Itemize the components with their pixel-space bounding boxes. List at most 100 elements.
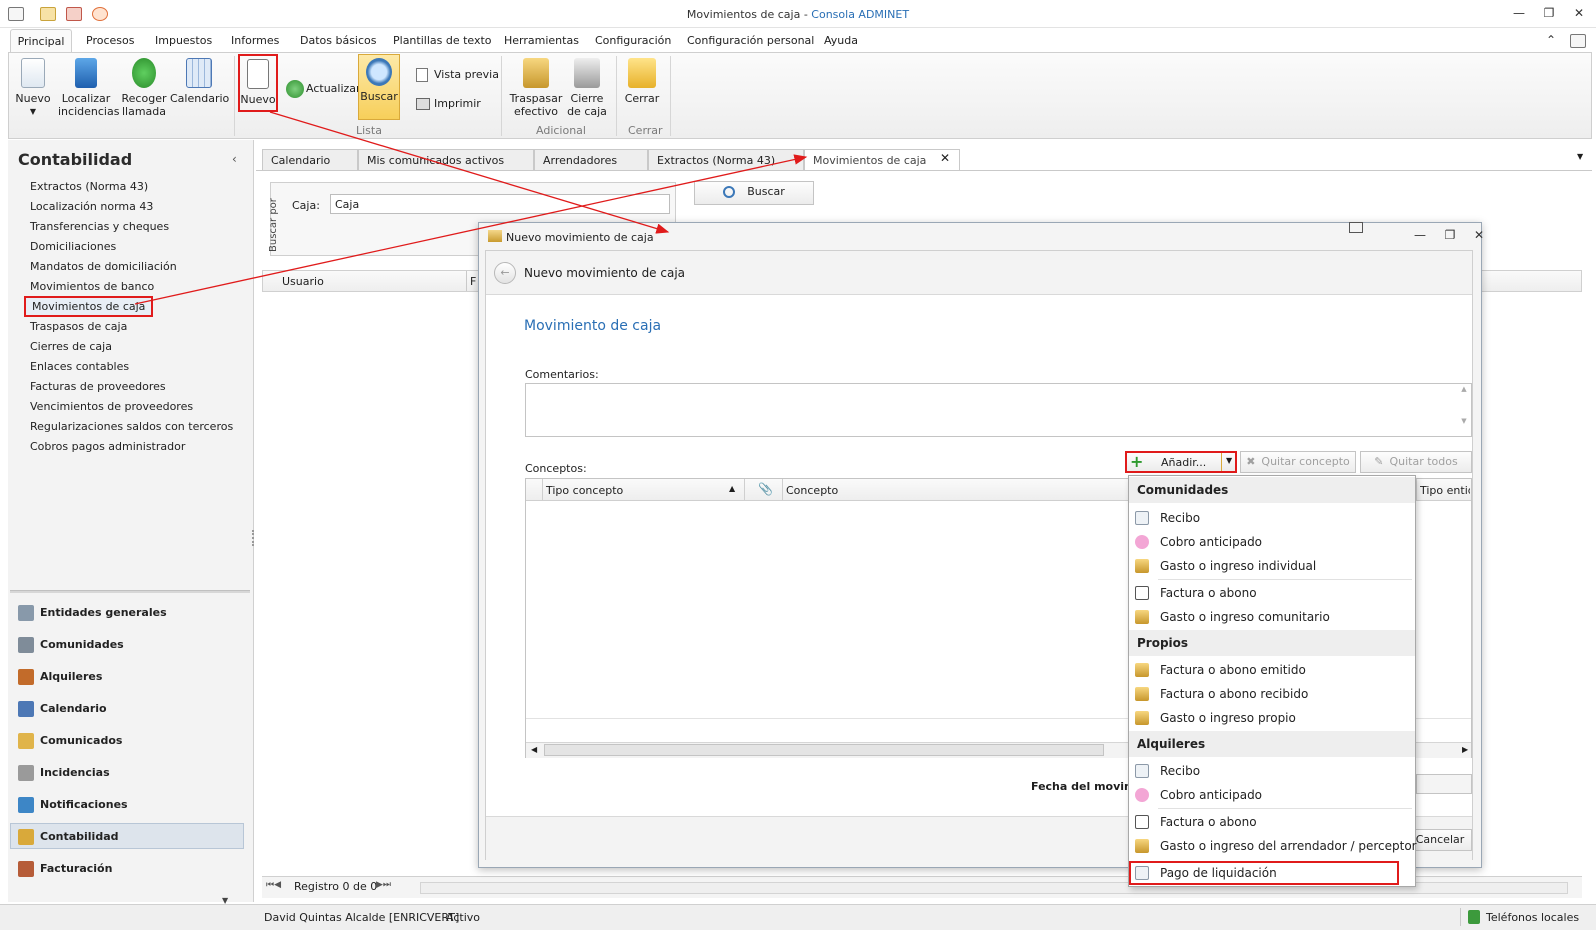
menu-item-prop-factura-emitido[interactable]: Factura o abono emitido	[1160, 663, 1306, 677]
menu-item-com-recibo[interactable]: Recibo	[1160, 511, 1200, 525]
col-usuario[interactable]: Usuario	[282, 275, 324, 288]
nav-item-extractos[interactable]: Extractos (Norma 43)	[30, 180, 148, 193]
dialog-minimize-button[interactable]: —	[1412, 228, 1428, 242]
section-contabilidad[interactable]: Contabilidad	[18, 828, 119, 848]
nav-item-cierres-caja[interactable]: Cierres de caja	[30, 340, 112, 353]
quitar-concepto-button[interactable]: ✖ Quitar concepto	[1240, 451, 1356, 473]
buscar-button[interactable]: Buscar	[358, 54, 400, 120]
nav-item-cobros-pagos[interactable]: Cobros pagos administrador	[30, 440, 185, 453]
doc-tab-arrendadores[interactable]: Arrendadores	[534, 149, 648, 171]
menu-item-alq-pago-liquidacion[interactable]: Pago de liquidación	[1160, 866, 1277, 880]
textarea-scrollbar[interactable]: ▲ ▼	[1458, 385, 1470, 435]
tab-procesos[interactable]: Procesos	[86, 34, 134, 47]
section-notificaciones[interactable]: Notificaciones	[18, 796, 128, 816]
doc-tab-calendario[interactable]: Calendario	[262, 149, 358, 171]
traspasar-efectivo-button[interactable]: Traspasar efectivo	[508, 58, 564, 118]
vista-previa-button[interactable]: Vista previa	[434, 68, 499, 81]
col-tipo-concepto[interactable]: Tipo concepto	[546, 484, 623, 497]
menu-item-alq-factura-abono[interactable]: Factura o abono	[1160, 815, 1257, 829]
collapse-ribbon-icon[interactable]: ⌃	[1543, 33, 1559, 47]
buscar-search-button[interactable]: Buscar	[694, 181, 814, 205]
pager-first-icon[interactable]: ⏮◀	[266, 880, 281, 890]
caja-input[interactable]: Caja	[330, 194, 670, 214]
cierre-de-caja-button[interactable]: Cierre de caja	[566, 58, 608, 118]
tab-ayuda[interactable]: Ayuda	[824, 34, 858, 47]
nav-item-mandatos[interactable]: Mandatos de domiciliación	[30, 260, 177, 273]
nav-item-domiciliaciones[interactable]: Domiciliaciones	[30, 240, 116, 253]
tab-herramientas[interactable]: Herramientas	[504, 34, 579, 47]
nav-item-localizacion-norma-43[interactable]: Localización norma 43	[30, 200, 153, 213]
nav-item-movimientos-caja[interactable]: Movimientos de caja	[24, 296, 154, 317]
tabs-menu-icon[interactable]: ▼	[1577, 152, 1583, 161]
section-incidencias[interactable]: Incidencias	[18, 764, 110, 784]
nav-item-movimientos-banco[interactable]: Movimientos de banco	[30, 280, 154, 293]
tab-configuracion[interactable]: Configuración	[595, 34, 671, 47]
scrollbar-thumb[interactable]	[544, 744, 1104, 756]
tab-plantillas[interactable]: Plantillas de texto	[393, 34, 492, 47]
col-concepto[interactable]: Concepto	[786, 484, 838, 497]
nav-item-vencimientos[interactable]: Vencimientos de proveedores	[30, 400, 193, 413]
tab-datos-basicos[interactable]: Datos básicos	[300, 34, 377, 47]
doc-tab-extractos[interactable]: Extractos (Norma 43)	[648, 149, 804, 171]
chevron-down-icon[interactable]: ▼	[1226, 456, 1232, 465]
menu-item-alq-cobro-anticipado[interactable]: Cobro anticipado	[1160, 788, 1262, 802]
close-tab-icon[interactable]: ✕	[940, 151, 950, 165]
section-entidades-generales[interactable]: Entidades generales	[18, 604, 167, 624]
menu-item-com-factura-abono[interactable]: Factura o abono	[1160, 586, 1257, 600]
menu-item-alq-recibo[interactable]: Recibo	[1160, 764, 1200, 778]
col-f[interactable]: F	[470, 275, 476, 288]
menu-item-com-cobro-anticipado[interactable]: Cobro anticipado	[1160, 535, 1262, 549]
nav-item-facturas-proveedores[interactable]: Facturas de proveedores	[30, 380, 166, 393]
calendario-button[interactable]: Calendario	[170, 58, 229, 105]
menu-item-alq-gasto-arrendador[interactable]: Gasto o ingreso del arrendador / percept…	[1160, 839, 1417, 853]
doc-tab-movimientos-caja[interactable]: Movimientos de caja	[804, 149, 960, 171]
nuevo-dropdown-button[interactable]: Nuevo ▼	[14, 58, 52, 118]
actualizar-button[interactable]: Actualizar	[306, 82, 361, 95]
tab-configuracion-personal[interactable]: Configuración personal	[687, 34, 814, 47]
collapse-panel-icon[interactable]: ‹	[232, 152, 237, 166]
section-comunidades[interactable]: Comunidades	[18, 636, 124, 656]
invoice-icon	[18, 861, 34, 877]
cancelar-button[interactable]: Cancelar	[1408, 829, 1472, 851]
imprimir-button[interactable]: Imprimir	[434, 97, 481, 110]
section-calendario[interactable]: Calendario	[18, 700, 107, 720]
section-alquileres[interactable]: Alquileres	[18, 668, 102, 688]
nuevo-button[interactable]: Nuevo	[238, 54, 278, 112]
back-icon[interactable]: ←	[494, 262, 516, 284]
tab-impuestos[interactable]: Impuestos	[155, 34, 212, 47]
recoger-llamada-button[interactable]: Recoger llamada	[120, 58, 168, 118]
pager-next-icon[interactable]: ▶⏭	[376, 880, 391, 890]
telefonos-locales-button[interactable]: Teléfonos locales	[1486, 911, 1579, 924]
nav-item-regularizaciones[interactable]: Regularizaciones saldos con terceros	[30, 420, 233, 433]
dialog-close-button[interactable]: ✕	[1471, 228, 1487, 242]
localizar-incidencias-button[interactable]: Localizar incidencias	[58, 58, 119, 118]
comentarios-textarea[interactable]	[525, 383, 1472, 437]
panel-splitter[interactable]	[10, 590, 250, 593]
cerrar-button[interactable]: Cerrar	[622, 58, 662, 105]
anadir-button[interactable]: + Añadir... ▼	[1125, 451, 1237, 473]
nav-item-enlaces-contables[interactable]: Enlaces contables	[30, 360, 129, 373]
section-facturacion[interactable]: Facturación	[18, 860, 112, 880]
nav-item-traspasos-caja[interactable]: Traspasos de caja	[30, 320, 127, 333]
fecha-input[interactable]	[1416, 774, 1472, 794]
tab-informes[interactable]: Informes	[231, 34, 279, 47]
section-comunicados[interactable]: Comunicados	[18, 732, 122, 752]
layout-icon[interactable]	[1349, 222, 1363, 233]
doc-tab-comunicados[interactable]: Mis comunicados activos	[358, 149, 534, 171]
menu-item-prop-gasto-propio[interactable]: Gasto o ingreso propio	[1160, 711, 1296, 725]
dialog-maximize-button[interactable]: ❐	[1442, 228, 1458, 242]
help-icon[interactable]	[1570, 34, 1586, 48]
menu-item-com-gasto-comunitario[interactable]: Gasto o ingreso comunitario	[1160, 610, 1330, 624]
menu-item-com-gasto-individual[interactable]: Gasto o ingreso individual	[1160, 559, 1316, 573]
scroll-left-icon[interactable]: ◀	[531, 745, 537, 754]
quitar-todos-button[interactable]: ✎ Quitar todos	[1360, 451, 1472, 473]
scroll-right-icon[interactable]: ▶	[1462, 745, 1468, 754]
maximize-button[interactable]: ❐	[1541, 6, 1557, 20]
col-tipo-entidad[interactable]: Tipo entida	[1420, 484, 1470, 497]
nav-item-transferencias[interactable]: Transferencias y cheques	[30, 220, 169, 233]
close-window-button[interactable]: ✕	[1571, 6, 1587, 20]
menu-item-prop-factura-recibido[interactable]: Factura o abono recibido	[1160, 687, 1308, 701]
tab-principal[interactable]: Principal	[10, 29, 72, 53]
minimize-button[interactable]: —	[1511, 6, 1527, 20]
splitter-handle[interactable]	[252, 530, 255, 546]
